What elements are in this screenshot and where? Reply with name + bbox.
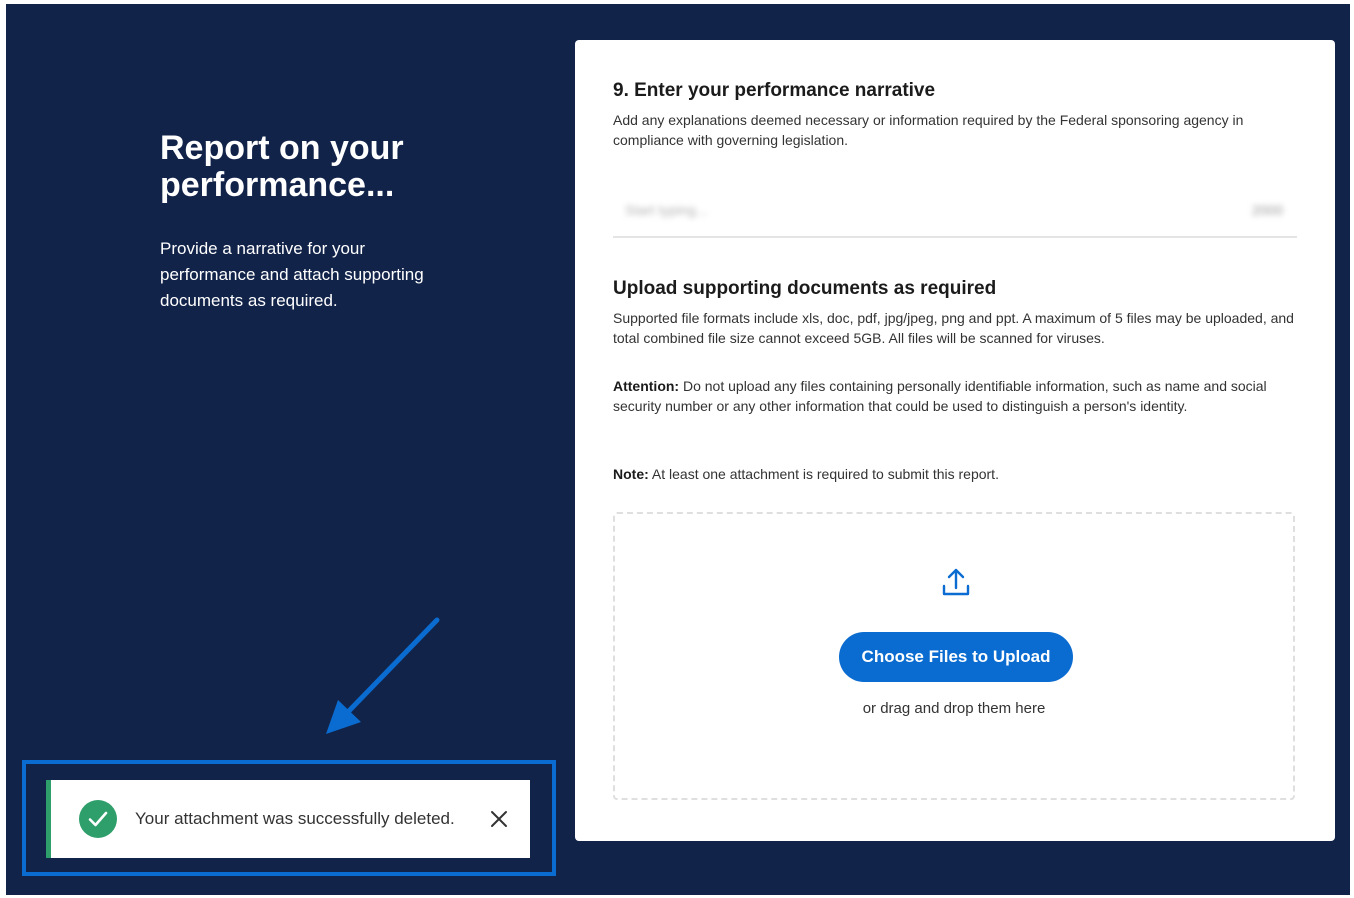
narrative-heading: 9. Enter your performance narrative <box>613 80 936 101</box>
close-icon <box>491 811 507 827</box>
note-text: Note: At least one attachment is require… <box>613 464 1303 484</box>
attention-body: Do not upload any files containing perso… <box>613 378 1267 414</box>
attention-text: Attention: Do not upload any files conta… <box>613 376 1303 416</box>
character-counter: 2000 <box>1251 202 1283 218</box>
success-toast: Your attachment was successfully deleted… <box>46 780 530 858</box>
upload-description: Supported file formats include xls, doc,… <box>613 310 1294 346</box>
form-card: 9. Enter your performance narrative Add … <box>575 40 1335 841</box>
upload-icon <box>942 568 970 596</box>
note-label: Note: <box>613 466 649 482</box>
toast-close-button[interactable] <box>487 807 511 831</box>
narrative-placeholder: Start typing... <box>625 202 708 218</box>
check-circle-icon <box>79 800 117 838</box>
attention-label: Attention: <box>613 378 680 394</box>
note-body: At least one attachment is required to s… <box>648 466 999 482</box>
upload-heading: Upload supporting documents as required <box>613 278 997 299</box>
page-title: Report on your performance... <box>160 129 404 204</box>
toast-message: Your attachment was successfully deleted… <box>135 809 455 828</box>
file-dropzone[interactable]: Choose Files to Upload or drag and drop … <box>613 512 1295 800</box>
drag-drop-hint: or drag and drop them here <box>862 700 1046 717</box>
page-description: Provide a narrative for your performance… <box>160 239 424 310</box>
narrative-help-text: Add any explanations deemed necessary or… <box>613 112 1244 148</box>
narrative-textarea[interactable]: Start typing... 2000 <box>613 188 1297 238</box>
choose-files-button[interactable]: Choose Files to Upload <box>839 632 1073 682</box>
